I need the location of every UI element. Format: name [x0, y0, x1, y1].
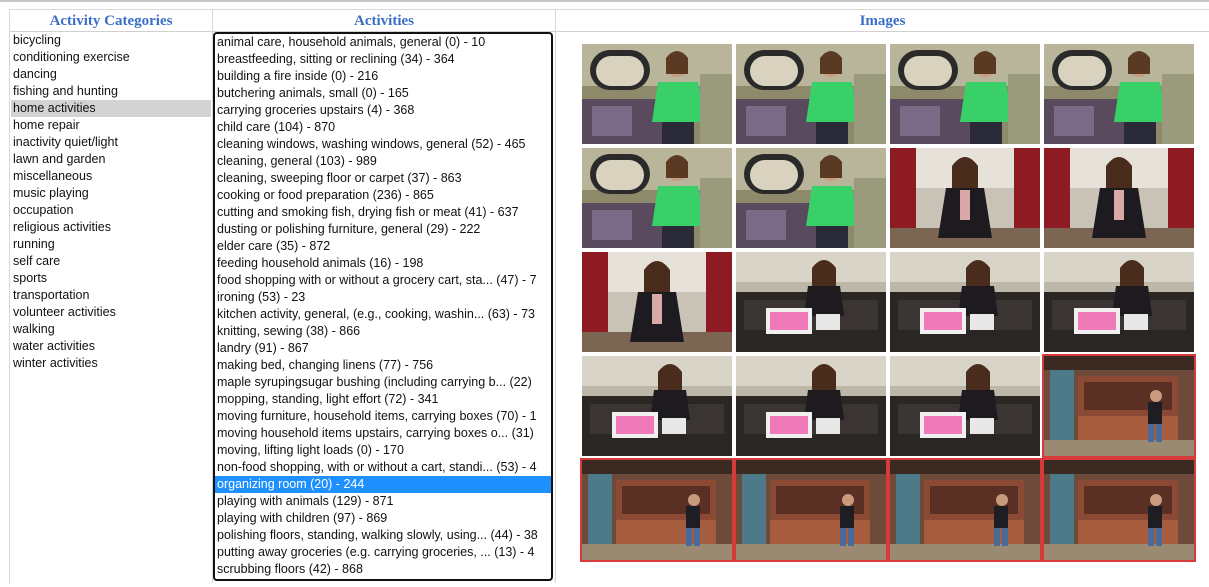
activity-option[interactable]: cleaning windows, washing windows, gener…: [215, 136, 551, 153]
image-thumbnail[interactable]: [888, 458, 1042, 562]
activity-option[interactable]: making bed, changing linens (77) - 756: [215, 357, 551, 374]
activity-option[interactable]: building a fire inside (0) - 216: [215, 68, 551, 85]
category-item[interactable]: bicycling: [11, 32, 211, 49]
image-thumbnail[interactable]: [1042, 458, 1196, 562]
category-list: bicycling conditioning exercise dancing fis…: [11, 32, 211, 372]
activity-option[interactable]: kitchen activity, general, (e.g., cookin…: [215, 306, 551, 323]
category-item[interactable]: sports: [11, 270, 211, 287]
activity-option[interactable]: ironing (53) - 23: [215, 289, 551, 306]
activity-option[interactable]: polishing floors, standing, walking slow…: [215, 527, 551, 544]
image-thumbnail[interactable]: [1044, 252, 1194, 352]
activity-listbox[interactable]: animal care, household animals, general …: [213, 32, 553, 581]
activity-option[interactable]: cleaning, general (103) - 989: [215, 153, 551, 170]
activity-option[interactable]: cooking or food preparation (236) - 865: [215, 187, 551, 204]
activity-option[interactable]: carrying groceries upstairs (4) - 368: [215, 102, 551, 119]
image-thumbnail[interactable]: [736, 44, 886, 144]
category-item[interactable]: self care: [11, 253, 211, 270]
activity-option[interactable]: serving food, setting table, implied wal…: [215, 578, 551, 579]
activity-option[interactable]: child care (104) - 870: [215, 119, 551, 136]
category-item[interactable]: walking: [11, 321, 211, 338]
activity-option[interactable]: knitting, sewing (38) - 866: [215, 323, 551, 340]
activity-option[interactable]: putting away groceries (e.g. carrying gr…: [215, 544, 551, 561]
column-divider: [555, 10, 556, 583]
activity-option[interactable]: moving, lifting light loads (0) - 170: [215, 442, 551, 459]
activity-option[interactable]: breastfeeding, sitting or reclining (34)…: [215, 51, 551, 68]
image-thumbnail[interactable]: [890, 44, 1040, 144]
activity-option[interactable]: mopping, standing, light effort (72) - 3…: [215, 391, 551, 408]
category-item[interactable]: conditioning exercise: [11, 49, 211, 66]
activity-option[interactable]: dusting or polishing furniture, general …: [215, 221, 551, 238]
activity-option[interactable]: landry (91) - 867: [215, 340, 551, 357]
image-thumbnail[interactable]: [736, 148, 886, 248]
category-item[interactable]: religious activities: [11, 219, 211, 236]
image-thumbnail[interactable]: [580, 458, 734, 562]
activities-header: Activities: [213, 10, 555, 32]
activity-option[interactable]: playing with children (97) - 869: [215, 510, 551, 527]
category-item[interactable]: running: [11, 236, 211, 253]
top-border: [0, 0, 1209, 2]
category-item[interactable]: fishing and hunting: [11, 83, 211, 100]
image-thumbnail[interactable]: [736, 356, 886, 456]
image-thumbnail[interactable]: [736, 252, 886, 352]
activity-option[interactable]: elder care (35) - 872: [215, 238, 551, 255]
activity-option[interactable]: cutting and smoking fish, drying fish or…: [215, 204, 551, 221]
activity-option[interactable]: butchering animals, small (0) - 165: [215, 85, 551, 102]
category-item[interactable]: music playing: [11, 185, 211, 202]
image-thumbnail[interactable]: [1044, 44, 1194, 144]
category-item[interactable]: home activities: [11, 100, 211, 117]
category-item[interactable]: dancing: [11, 66, 211, 83]
images-header: Images: [556, 10, 1209, 32]
category-item[interactable]: winter activities: [11, 355, 211, 372]
image-thumbnail[interactable]: [890, 148, 1040, 248]
image-thumbnail[interactable]: [890, 356, 1040, 456]
activity-option[interactable]: organizing room (20) - 244: [215, 476, 551, 493]
category-item[interactable]: miscellaneous: [11, 168, 211, 185]
image-thumbnail[interactable]: [1044, 148, 1194, 248]
image-thumbnail[interactable]: [582, 252, 732, 352]
categories-header: Activity Categories: [10, 10, 212, 32]
category-item[interactable]: home repair: [11, 117, 211, 134]
image-thumbnail[interactable]: [582, 44, 732, 144]
category-item[interactable]: occupation: [11, 202, 211, 219]
category-item[interactable]: volunteer activities: [11, 304, 211, 321]
activity-option[interactable]: animal care, household animals, general …: [215, 34, 551, 51]
activity-option[interactable]: food shopping with or without a grocery …: [215, 272, 551, 289]
image-thumbnail[interactable]: [582, 356, 732, 456]
image-thumbnail[interactable]: [1042, 354, 1196, 458]
activity-option[interactable]: feeding household animals (16) - 198: [215, 255, 551, 272]
activity-option[interactable]: non-food shopping, with or without a car…: [215, 459, 551, 476]
activity-option[interactable]: playing with animals (129) - 871: [215, 493, 551, 510]
category-item[interactable]: lawn and garden: [11, 151, 211, 168]
category-item[interactable]: transportation: [11, 287, 211, 304]
activity-option[interactable]: cleaning, sweeping floor or carpet (37) …: [215, 170, 551, 187]
category-item[interactable]: water activities: [11, 338, 211, 355]
activity-option[interactable]: scrubbing floors (42) - 868: [215, 561, 551, 578]
activity-option[interactable]: maple syrupingsugar bushing (including c…: [215, 374, 551, 391]
category-item[interactable]: inactivity quiet/light: [11, 134, 211, 151]
image-thumbnail[interactable]: [734, 458, 888, 562]
image-thumbnail[interactable]: [890, 252, 1040, 352]
image-thumbnail[interactable]: [582, 148, 732, 248]
activity-option[interactable]: moving furniture, household items, carry…: [215, 408, 551, 425]
activity-option[interactable]: moving household items upstairs, carryin…: [215, 425, 551, 442]
